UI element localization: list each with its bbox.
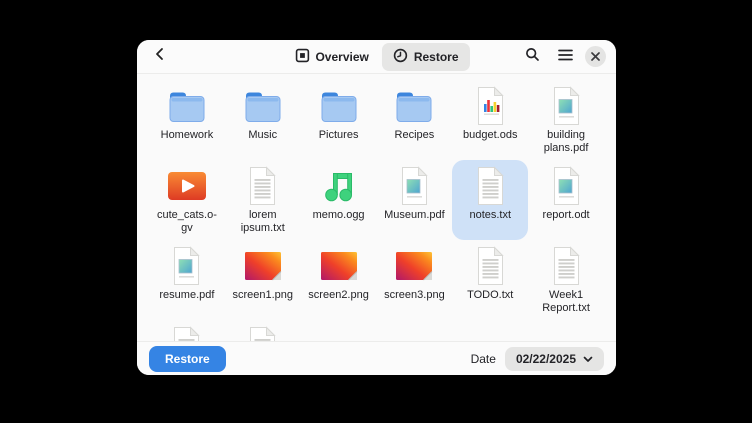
- restore-window: Overview Restore: [137, 40, 616, 375]
- restore-button[interactable]: Restore: [149, 346, 226, 372]
- image-icon: [394, 245, 434, 287]
- image-doc-icon: [170, 245, 203, 287]
- file-label: Museum.pdf: [384, 209, 445, 222]
- date-dropdown[interactable]: 02/22/2025: [505, 347, 604, 371]
- file-item[interactable]: screen1.png: [225, 240, 301, 320]
- text-icon: [246, 325, 279, 341]
- file-item[interactable]: notes.txt: [452, 160, 528, 240]
- date-label: Date: [471, 352, 496, 366]
- image-doc-icon: [550, 165, 583, 207]
- tab-overview-label: Overview: [315, 50, 368, 64]
- file-item[interactable]: Recipes: [377, 80, 453, 160]
- file-label: Recipes: [395, 129, 435, 142]
- image-doc-icon: [398, 165, 431, 207]
- history-clock-icon: [393, 48, 408, 66]
- folder-icon: [394, 85, 434, 127]
- file-item[interactable]: Pictures: [301, 80, 377, 160]
- header-actions: [519, 44, 606, 70]
- file-label: Pictures: [319, 129, 359, 142]
- file-item[interactable]: report.odt: [528, 160, 604, 240]
- file-item[interactable]: screen3.png: [377, 240, 453, 320]
- menu-button[interactable]: [552, 44, 578, 70]
- text-icon: [170, 325, 203, 341]
- file-item[interactable]: screen2.png: [301, 240, 377, 320]
- file-item[interactable]: cute_cats.o- gv: [149, 160, 225, 240]
- text-icon: [474, 165, 507, 207]
- file-label: Music: [248, 129, 277, 142]
- file-label: screen2.png: [308, 289, 369, 302]
- file-label: screen1.png: [232, 289, 293, 302]
- chevron-left-icon: [153, 47, 167, 66]
- audio-icon: [321, 165, 357, 207]
- file-item[interactable]: Museum.pdf: [377, 160, 453, 240]
- back-button[interactable]: [147, 44, 173, 70]
- file-label: memo.ogg: [313, 209, 365, 222]
- file-item[interactable]: building plans.pdf: [528, 80, 604, 160]
- file-label: TODO.txt: [467, 289, 513, 302]
- spreadsheet-icon: [474, 85, 507, 127]
- action-bar: Restore Date 02/22/2025: [137, 341, 616, 375]
- file-item[interactable]: lorem ipsum.txt: [225, 160, 301, 240]
- file-item[interactable]: Homework: [149, 80, 225, 160]
- view-switcher: Overview Restore: [283, 43, 469, 71]
- file-item[interactable]: budget.ods: [452, 80, 528, 160]
- tab-restore[interactable]: Restore: [382, 43, 470, 71]
- file-item[interactable]: resume.pdf: [149, 240, 225, 320]
- file-item[interactable]: Week1 Report.txt: [528, 240, 604, 320]
- file-item[interactable]: TODO.txt: [452, 240, 528, 320]
- folder-icon: [167, 85, 207, 127]
- file-label: Week1 Report.txt: [542, 289, 590, 315]
- file-label: Homework: [161, 129, 214, 142]
- file-label: resume.pdf: [159, 289, 214, 302]
- file-label: budget.ods: [463, 129, 517, 142]
- overview-icon: [294, 48, 309, 66]
- folder-icon: [243, 85, 283, 127]
- file-label: notes.txt: [469, 209, 511, 222]
- header-bar: Overview Restore: [137, 40, 616, 74]
- chevron-down-icon: [583, 352, 593, 366]
- file-item[interactable]: [225, 320, 301, 341]
- text-icon: [474, 245, 507, 287]
- image-icon: [319, 245, 359, 287]
- file-item[interactable]: memo.ogg: [301, 160, 377, 240]
- video-icon: [167, 165, 207, 207]
- close-button[interactable]: [585, 46, 606, 67]
- text-icon: [550, 245, 583, 287]
- file-label: report.odt: [543, 209, 590, 222]
- tab-overview[interactable]: Overview: [283, 43, 379, 71]
- file-label: lorem ipsum.txt: [241, 209, 285, 235]
- date-selector: Date 02/22/2025: [471, 347, 604, 371]
- image-icon: [243, 245, 283, 287]
- tab-restore-label: Restore: [414, 50, 459, 64]
- file-label: screen3.png: [384, 289, 445, 302]
- file-browser: Homework Music Pictures Recipes budget.o…: [137, 74, 616, 341]
- file-label: building plans.pdf: [544, 129, 589, 155]
- image-doc-icon: [550, 85, 583, 127]
- date-value: 02/22/2025: [516, 352, 576, 366]
- folder-icon: [319, 85, 359, 127]
- file-label: cute_cats.o- gv: [157, 209, 217, 235]
- file-item[interactable]: [149, 320, 225, 341]
- hamburger-menu-icon: [558, 48, 573, 66]
- search-icon: [525, 47, 540, 67]
- close-icon: [591, 48, 600, 66]
- file-item[interactable]: Music: [225, 80, 301, 160]
- file-grid: Homework Music Pictures Recipes budget.o…: [149, 80, 604, 341]
- search-button[interactable]: [519, 44, 545, 70]
- text-icon: [246, 165, 279, 207]
